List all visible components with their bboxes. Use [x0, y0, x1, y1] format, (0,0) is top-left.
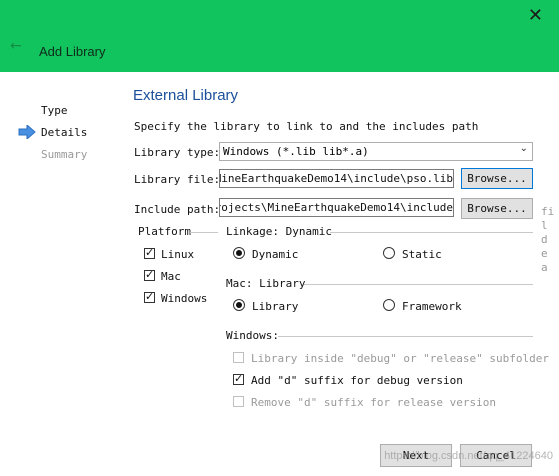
close-icon[interactable]: ✕	[528, 5, 543, 26]
background-text-line: a	[541, 261, 548, 274]
mac-library-radio[interactable]	[233, 299, 245, 311]
include-path-input[interactable]: tProjects\MineEarthquakeDemo14\include	[219, 198, 454, 217]
mac-divider	[304, 284, 533, 285]
background-text-line: fi	[541, 205, 555, 218]
add-d-suffix-checkbox[interactable]	[233, 372, 244, 385]
library-file-label: Library file:	[134, 173, 221, 186]
remove-d-suffix-label: Remove "d" suffix for release version	[251, 396, 497, 409]
background-editor-text: fi l d e a	[541, 205, 554, 275]
linux-checkbox[interactable]	[144, 246, 155, 259]
linkage-static-radio[interactable]	[383, 247, 395, 259]
include-path-browse-button[interactable]: Browse...	[461, 198, 533, 219]
windows-label: Windows	[161, 292, 208, 305]
back-arrow-icon[interactable]: ←	[10, 38, 22, 54]
linux-label: Linux	[161, 248, 195, 261]
dialog-title: Add Library	[39, 44, 106, 59]
library-file-value: :s\MineEarthquakeDemo14\include\pso.lib	[219, 172, 453, 185]
linkage-static-label: Static	[402, 248, 442, 261]
intro-text: Specify the library to link to and the i…	[134, 120, 479, 133]
mac-label: Mac	[161, 270, 181, 283]
step-details: Details	[41, 126, 88, 139]
library-type-value: Windows (*.lib lib*.a)	[223, 145, 369, 158]
mac-framework-radio[interactable]	[383, 299, 395, 311]
library-file-input[interactable]: :s\MineEarthquakeDemo14\include\pso.lib	[219, 169, 454, 188]
remove-d-suffix-checkbox[interactable]	[233, 396, 244, 407]
mac-title: Mac: Library	[226, 277, 306, 290]
linkage-dynamic-label: Dynamic	[252, 248, 299, 261]
include-path-label: Include path:	[134, 203, 221, 216]
section-title: External Library	[133, 87, 239, 104]
watermark: https://blog.csdn.net/qq_41224640	[384, 450, 553, 462]
linkage-title: Linkage: Dynamic	[226, 225, 332, 238]
mac-framework-label: Framework	[402, 300, 462, 313]
windows-title: Windows:	[226, 329, 279, 342]
background-text-line: l	[541, 219, 548, 232]
chevron-down-icon: ⌄	[519, 143, 528, 154]
platform-title: Platform	[138, 225, 191, 238]
current-step-arrow-icon	[18, 125, 36, 139]
step-type: Type	[41, 104, 68, 117]
library-type-label: Library type:	[134, 146, 221, 159]
debug-subfolder-label: Library inside "debug" or "release" subf…	[251, 352, 550, 365]
dialog-header: ✕ ← Add Library	[0, 0, 559, 72]
background-text-line: e	[541, 247, 548, 260]
library-file-browse-button[interactable]: Browse...	[461, 168, 533, 189]
include-path-value: tProjects\MineEarthquakeDemo14\include	[219, 201, 453, 214]
library-type-select[interactable]: Windows (*.lib lib*.a) ⌄	[219, 142, 533, 161]
platform-divider	[190, 232, 218, 233]
windows-checkbox[interactable]	[144, 290, 155, 303]
step-summary: Summary	[41, 148, 88, 161]
windows-divider	[278, 336, 533, 337]
linkage-dynamic-radio[interactable]	[233, 247, 245, 259]
background-text-line: d	[541, 233, 548, 246]
mac-checkbox[interactable]	[144, 268, 155, 281]
mac-library-label: Library	[252, 300, 299, 313]
linkage-divider	[330, 232, 533, 233]
add-d-suffix-label: Add "d" suffix for debug version	[251, 374, 463, 387]
debug-subfolder-checkbox[interactable]	[233, 352, 244, 363]
